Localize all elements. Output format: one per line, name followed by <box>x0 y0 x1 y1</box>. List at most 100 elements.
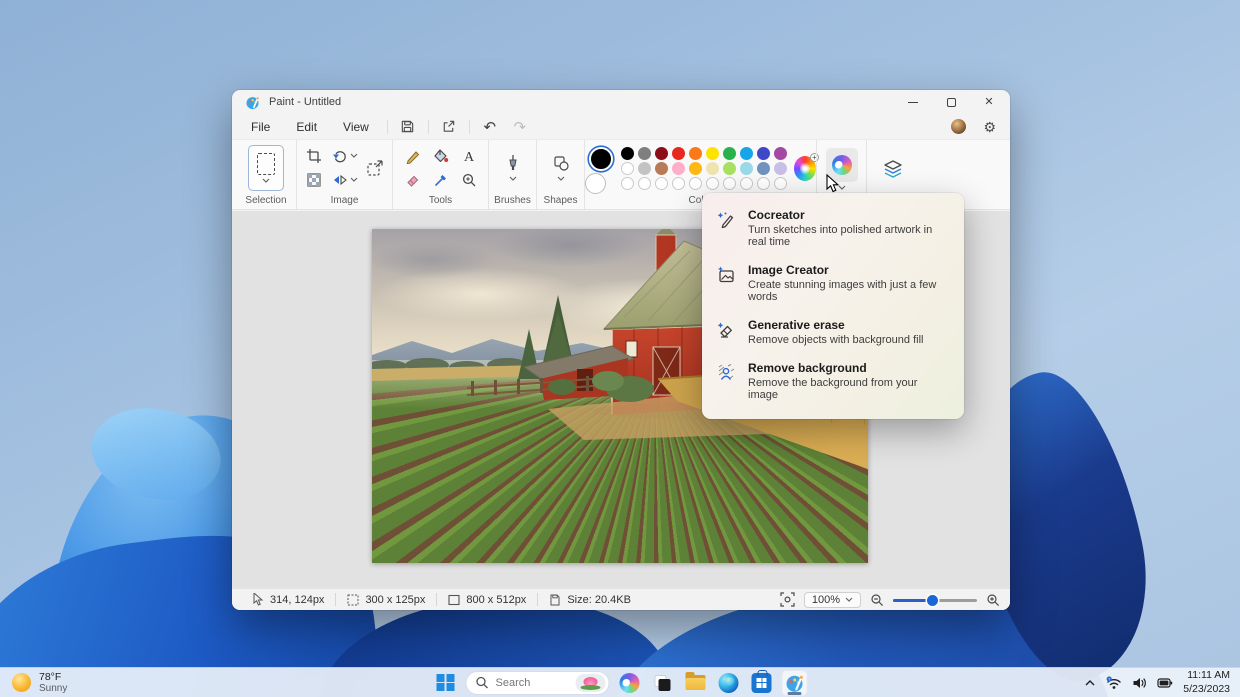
taskbar-file-explorer[interactable] <box>683 670 709 696</box>
palette-color-swatch[interactable] <box>705 147 719 160</box>
taskbar-paint-active[interactable] <box>781 669 808 696</box>
crop-button[interactable] <box>306 148 322 164</box>
status-bar: 314, 124px 300 x 125px 800 x 512px Size:… <box>232 588 1010 610</box>
menu-view[interactable]: View <box>330 117 382 137</box>
edit-colors-wheel[interactable]: + <box>793 153 819 181</box>
palette-empty-slot[interactable] <box>620 177 634 190</box>
palette-empty-slot[interactable] <box>654 177 668 190</box>
palette-empty-slot[interactable] <box>722 177 736 190</box>
menu-edit[interactable]: Edit <box>283 117 330 137</box>
chevron-down-icon[interactable] <box>350 177 358 182</box>
foreground-color-swatch[interactable] <box>589 146 613 171</box>
taskbar-search-box[interactable] <box>465 670 610 695</box>
eraser-tool[interactable] <box>405 172 421 188</box>
maximize-button[interactable] <box>932 90 970 114</box>
palette-color-swatch[interactable] <box>722 147 736 160</box>
background-color-swatch[interactable] <box>585 172 606 194</box>
title-bar[interactable]: Paint - Untitled ✕ <box>232 90 1010 114</box>
zoom-in-button[interactable] <box>986 593 1000 607</box>
palette-color-swatch[interactable] <box>739 147 753 160</box>
palette-color-swatch[interactable] <box>722 162 736 175</box>
palette-empty-slot[interactable] <box>773 177 787 190</box>
palette-color-swatch[interactable] <box>739 162 753 175</box>
fit-to-screen-button[interactable] <box>780 592 795 607</box>
menu-file[interactable]: File <box>238 117 283 137</box>
shapes-button[interactable] <box>552 154 570 181</box>
share-button[interactable] <box>434 117 464 137</box>
selection-tool-button[interactable] <box>248 144 284 191</box>
taskbar-task-view[interactable] <box>650 670 676 696</box>
magnifier-tool[interactable] <box>461 172 477 188</box>
palette-color-swatch[interactable] <box>654 162 668 175</box>
palette-empty-slot[interactable] <box>688 177 702 190</box>
battery-icon[interactable] <box>1157 677 1173 689</box>
image-creator-icon <box>718 266 734 283</box>
palette-color-swatch[interactable] <box>671 147 685 160</box>
hidden-icons-chevron[interactable] <box>1084 679 1096 687</box>
menu-item-title: Cocreator <box>748 208 805 222</box>
rotate-button[interactable] <box>332 148 358 164</box>
palette-color-swatch[interactable] <box>637 147 651 160</box>
chevron-down-icon[interactable] <box>557 176 565 181</box>
undo-button[interactable]: ↶ <box>475 117 505 137</box>
save-button[interactable] <box>393 117 423 137</box>
taskbar-store[interactable] <box>749 669 775 696</box>
search-highlight-image[interactable] <box>575 673 606 692</box>
group-label-tools: Tools <box>428 195 453 206</box>
palette-color-swatch[interactable] <box>756 162 770 175</box>
pencil-tool[interactable] <box>405 148 421 164</box>
wifi-icon[interactable]: ? <box>1106 676 1122 690</box>
palette-color-swatch[interactable] <box>620 162 634 175</box>
system-tray: ? 11:11 AM 5/23/2023 <box>1084 668 1230 697</box>
zoom-level-dropdown[interactable]: 100% <box>803 591 861 608</box>
remove-background-button[interactable] <box>306 172 322 188</box>
chevron-down-icon[interactable] <box>509 176 517 181</box>
palette-color-swatch[interactable] <box>688 147 702 160</box>
flip-button[interactable] <box>332 172 358 188</box>
taskbar-copilot[interactable] <box>617 670 643 696</box>
resize-button[interactable] <box>366 159 384 177</box>
layers-button[interactable] <box>882 158 904 180</box>
chevron-down-icon[interactable] <box>350 153 358 158</box>
weather-widget[interactable]: 78°F Sunny <box>12 668 67 697</box>
account-avatar[interactable] <box>951 119 967 134</box>
palette-color-swatch[interactable] <box>620 147 634 160</box>
palette-empty-slot[interactable] <box>756 177 770 190</box>
zoom-slider-thumb[interactable] <box>926 594 938 606</box>
search-input[interactable] <box>495 676 569 689</box>
palette-color-swatch[interactable] <box>654 147 668 160</box>
redo-button[interactable]: ↷ <box>505 117 535 137</box>
brushes-button[interactable] <box>505 154 521 181</box>
menu-item-remove-background[interactable]: Remove background Remove the background … <box>702 354 964 409</box>
palette-empty-slot[interactable] <box>637 177 651 190</box>
palette-empty-slot[interactable] <box>739 177 753 190</box>
menu-item-generative-erase[interactable]: Generative erase Remove objects with bac… <box>702 311 964 354</box>
edge-icon <box>718 672 739 693</box>
cursor-position-icon <box>253 593 264 606</box>
fill-tool[interactable] <box>433 148 449 164</box>
palette-empty-slot[interactable] <box>705 177 719 190</box>
palette-color-swatch[interactable] <box>773 147 787 160</box>
menu-item-cocreator[interactable]: Cocreator Turn sketches into polished ar… <box>702 201 964 256</box>
taskbar-edge[interactable] <box>716 670 742 696</box>
close-button[interactable]: ✕ <box>970 90 1008 114</box>
palette-empty-slot[interactable] <box>671 177 685 190</box>
text-tool[interactable]: A <box>461 148 477 164</box>
palette-color-swatch[interactable] <box>637 162 651 175</box>
search-icon <box>476 676 488 689</box>
palette-color-swatch[interactable] <box>688 162 702 175</box>
settings-gear-icon[interactable]: ⚙ <box>983 120 996 134</box>
start-button[interactable] <box>433 670 459 696</box>
minimize-button[interactable] <box>894 90 932 114</box>
palette-color-swatch[interactable] <box>773 162 787 175</box>
zoom-slider[interactable] <box>893 594 977 606</box>
speaker-icon[interactable] <box>1132 676 1147 690</box>
clock-widget[interactable]: 11:11 AM 5/23/2023 <box>1183 669 1230 695</box>
zoom-out-button[interactable] <box>870 593 884 607</box>
chevron-down-icon[interactable] <box>262 178 270 183</box>
color-picker-tool[interactable] <box>433 172 449 188</box>
menu-item-image-creator[interactable]: Image Creator Create stunning images wit… <box>702 256 964 311</box>
palette-color-swatch[interactable] <box>671 162 685 175</box>
palette-color-swatch[interactable] <box>705 162 719 175</box>
palette-color-swatch[interactable] <box>756 147 770 160</box>
